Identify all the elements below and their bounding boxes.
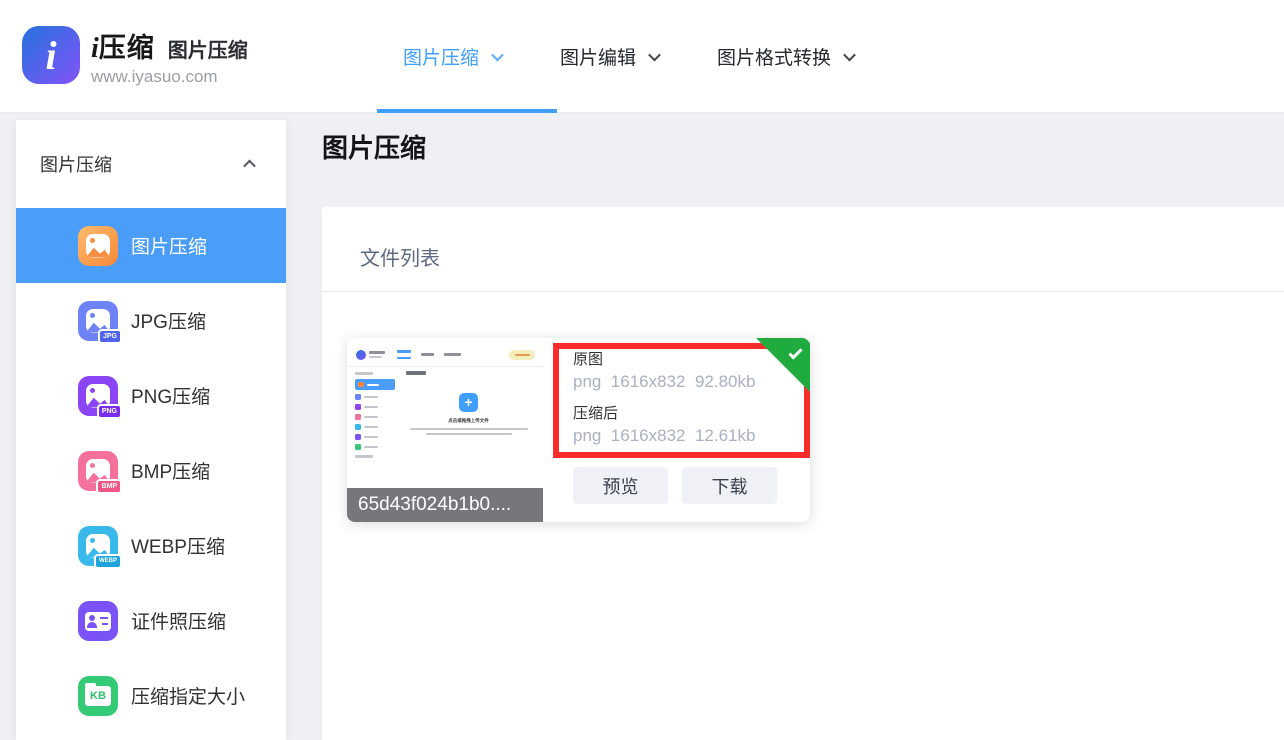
file-thumbnail[interactable]: + 点击或拖拽上传文件 [348, 339, 543, 487]
brand-subtitle: 图片压缩 [168, 34, 248, 63]
nav-item-label: 图片格式转换 [717, 43, 831, 70]
nav-item-format-convert[interactable]: 图片格式转换 [717, 43, 854, 70]
sidebar-group-title: 图片压缩 [40, 151, 112, 177]
compressed-label: 压缩后 [573, 403, 755, 424]
thumb-upload-plus-icon: + [459, 393, 478, 412]
brand-logo[interactable]: i i 压缩 图片压缩 www.iyasuo.com [22, 26, 248, 87]
brand-text: i 压缩 图片压缩 www.iyasuo.com [91, 26, 248, 87]
file-name: 65d43f024b1b0.... [347, 488, 543, 522]
success-corner [756, 338, 810, 392]
chevron-down-icon [843, 48, 856, 61]
thumb-mini-main: + 点击或拖拽上传文件 [400, 367, 543, 462]
format-badge: BMP [96, 479, 122, 494]
thumb-mini-logo [356, 350, 366, 360]
image-compress-icon [78, 226, 118, 266]
top-navigation: 图片压缩 图片编辑 图片格式转换 [403, 0, 912, 112]
chevron-up-icon [243, 159, 256, 172]
brand-website: www.iyasuo.com [91, 67, 248, 87]
format-badge: WEBP [94, 554, 122, 569]
compressed-info: png 1616x832 12.61kb [573, 424, 755, 447]
thumb-mini-vip-button [509, 350, 535, 360]
page-title: 图片压缩 [322, 128, 426, 165]
sidebar-item-label: PNG压缩 [131, 382, 210, 409]
sidebar-item-label: WEBP压缩 [131, 532, 225, 559]
panel-divider [322, 291, 1284, 292]
download-button[interactable]: 下载 [682, 467, 777, 504]
chevron-down-icon [648, 48, 661, 61]
nav-item-label: 图片编辑 [560, 43, 636, 70]
sidebar-item-image-compress[interactable]: 图片压缩 [16, 208, 286, 283]
sidebar-item-webp-compress[interactable]: WEBP WEBP压缩 [16, 508, 286, 583]
brand-logo-icon: i [22, 26, 80, 84]
sidebar-item-jpg-compress[interactable]: JPG JPG压缩 [16, 283, 286, 358]
webp-compress-icon: WEBP [78, 526, 118, 566]
nav-item-label: 图片压缩 [403, 43, 479, 70]
file-card: + 点击或拖拽上传文件 65d43f024b1b0.... 原图 png 161… [347, 338, 810, 522]
sidebar-item-label: 压缩指定大小 [131, 682, 245, 709]
thumb-upload-text: 点击或拖拽上传文件 [448, 417, 489, 423]
sidebar-item-target-size-compress[interactable]: KB 压缩指定大小 [16, 658, 286, 733]
sidebar-item-png-compress[interactable]: PNG PNG压缩 [16, 358, 286, 433]
thumb-mini-header [348, 343, 543, 367]
sidebar-item-label: JPG压缩 [131, 307, 206, 334]
brand-title: 压缩 [99, 26, 155, 65]
kb-size-icon: KB [78, 676, 118, 716]
jpg-compress-icon: JPG [78, 301, 118, 341]
file-list-title: 文件列表 [360, 242, 440, 271]
format-badge: PNG [97, 404, 122, 419]
preview-button[interactable]: 预览 [573, 467, 668, 504]
sidebar-group-image-compress[interactable]: 图片压缩 [16, 120, 286, 208]
id-photo-icon [78, 601, 118, 641]
sidebar-item-label: BMP压缩 [131, 457, 210, 484]
sidebar-item-label: 证件照压缩 [131, 607, 226, 634]
thumb-mini-sidebar [348, 367, 400, 462]
file-info: 原图 png 1616x832 92.80kb 压缩后 png 1616x832… [573, 349, 755, 457]
original-info: png 1616x832 92.80kb [573, 370, 755, 393]
format-badge: JPG [98, 329, 122, 344]
original-label: 原图 [573, 349, 755, 370]
brand-title-i: i [91, 33, 99, 65]
active-nav-underline [377, 109, 557, 113]
bmp-compress-icon: BMP [78, 451, 118, 491]
file-list-panel: 文件列表 [322, 207, 1284, 740]
png-compress-icon: PNG [78, 376, 118, 416]
nav-item-image-compress[interactable]: 图片压缩 [403, 43, 502, 70]
chevron-down-icon [491, 48, 504, 61]
success-corner-triangle [756, 338, 810, 392]
sidebar-item-idphoto-compress[interactable]: 证件照压缩 [16, 583, 286, 658]
nav-item-image-edit[interactable]: 图片编辑 [560, 43, 659, 70]
sidebar-item-bmp-compress[interactable]: BMP BMP压缩 [16, 433, 286, 508]
sidebar: 图片压缩 图片压缩 JPG JPG压缩 PNG PNG压缩 BMP BMP压缩 [16, 120, 286, 740]
app-header: i i 压缩 图片压缩 www.iyasuo.com 图片压缩 图片编辑 图片格… [0, 0, 1284, 113]
sidebar-item-label: 图片压缩 [131, 232, 207, 259]
